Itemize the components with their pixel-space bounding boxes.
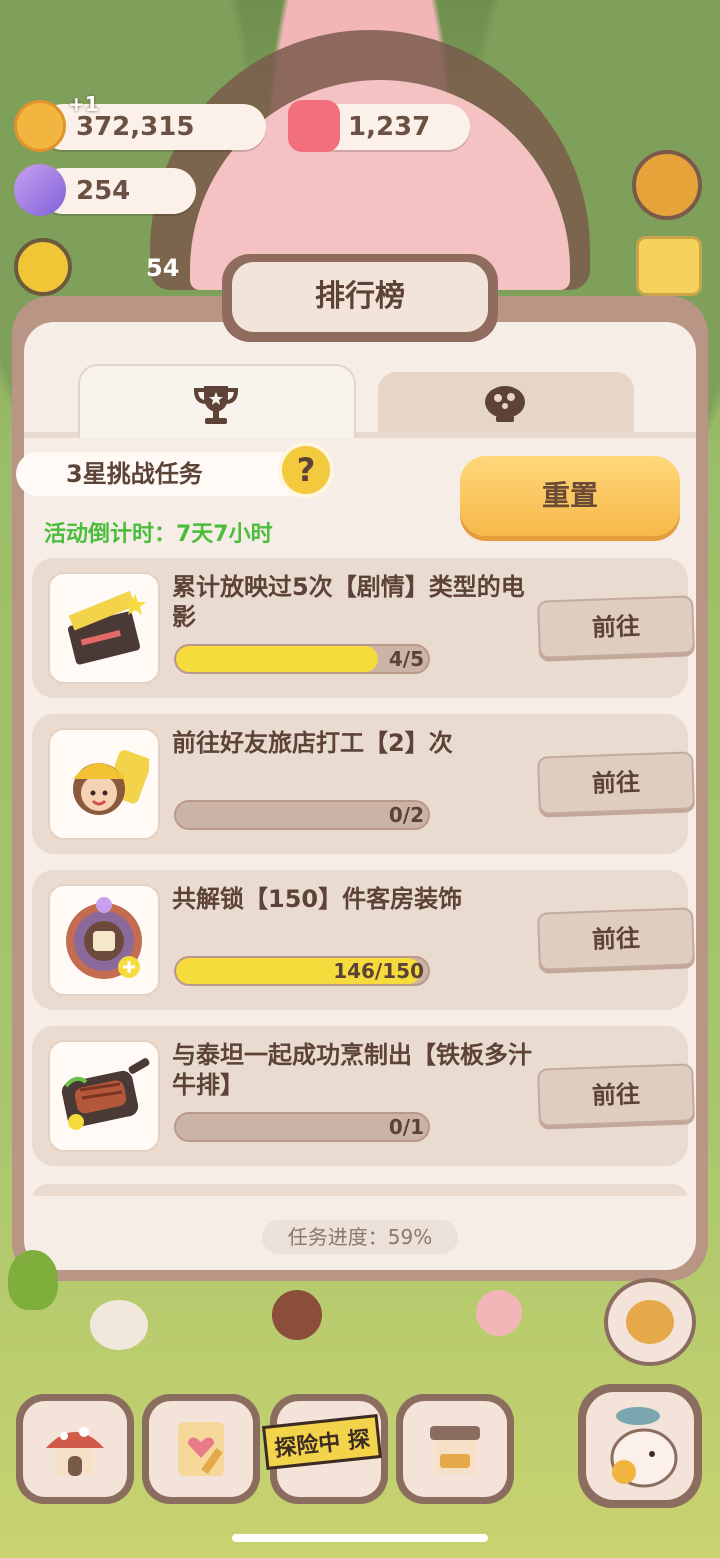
go-button[interactable]: 前往 (537, 595, 695, 659)
stamp-icon[interactable] (636, 236, 702, 296)
task-item: 共解锁【150】件客房装饰 146/150 前往 (32, 870, 695, 1010)
chat-bubble-button[interactable] (604, 1278, 696, 1366)
challenge-label: 3星挑战任务 (16, 452, 316, 496)
ball-icon (485, 386, 525, 422)
cookie-coin-icon (14, 100, 66, 152)
build-button[interactable] (16, 1394, 134, 1504)
task-progress-text: 0/2 (388, 803, 424, 827)
clapperboard-icon (48, 572, 160, 684)
shop-icon (430, 1426, 480, 1474)
coin-bonus: +1 (68, 92, 99, 116)
green-character (8, 1250, 58, 1310)
purple-candy-icon (14, 164, 66, 216)
list-fade (24, 1196, 696, 1216)
journal-button-inner (149, 1401, 253, 1497)
sun-icon[interactable] (14, 238, 72, 296)
candy-jar-icon (288, 100, 340, 152)
journal-button[interactable] (142, 1394, 260, 1504)
overall-progress: 任务进度：59% (262, 1220, 458, 1254)
task-item: 前往好友旅店打工【2】次 0/2 前往 (32, 714, 695, 854)
home-indicator[interactable] (232, 1534, 488, 1542)
pink-character (476, 1290, 522, 1336)
sheep-character (90, 1300, 148, 1350)
room-decor-badge-icon (48, 884, 160, 996)
task-description: 前往好友旅店打工【2】次 (172, 729, 453, 757)
task-description: 与泰坦一起成功烹制出【铁板多汁牛排】 (172, 1041, 532, 1099)
go-button[interactable]: 前往 (537, 751, 695, 815)
shop-button[interactable] (396, 1394, 514, 1504)
task-progress-text: 146/150 (333, 959, 424, 983)
fishing-button-inner (586, 1392, 694, 1500)
panel-title: 排行榜 (315, 279, 405, 314)
worker-character-icon (48, 728, 160, 840)
task-item: 累计放映过5次【剧情】类型的电影 4/5 前往 (32, 558, 695, 698)
go-button[interactable]: 前往 (537, 1063, 695, 1127)
notebook-icon (178, 1422, 224, 1476)
candy-value: 254 (76, 176, 131, 206)
task-progress-text: 4/5 (388, 647, 424, 671)
tab-ball[interactable] (378, 372, 634, 434)
event-countdown: 活动倒计时：7天7小时 (44, 522, 273, 547)
side-counter: 54 (146, 254, 180, 282)
go-button[interactable]: 前往 (537, 907, 695, 971)
steak-dish-icon (48, 1040, 160, 1152)
mushroom-house-icon (46, 1427, 104, 1476)
fishing-button[interactable] (578, 1384, 702, 1508)
tab-trophy[interactable] (78, 364, 356, 438)
trophy-icon (193, 386, 239, 424)
bear-character (272, 1290, 322, 1340)
build-button-inner (23, 1401, 127, 1497)
help-button[interactable]: ? (278, 442, 334, 498)
task-item: 与泰坦一起成功烹制出【铁板多汁牛排】 0/1 前往 (32, 1026, 695, 1166)
shop-button-inner (403, 1401, 507, 1497)
reset-button[interactable]: 重置 (460, 456, 680, 536)
cat-avatar-icon (626, 1300, 674, 1344)
task-description: 共解锁【150】件客房装饰 (172, 885, 463, 913)
gear-icon[interactable] (632, 150, 702, 220)
cat-fish-icon (610, 1407, 678, 1488)
gem-value: 1,237 (348, 112, 431, 142)
task-description: 累计放映过5次【剧情】类型的电影 (172, 573, 525, 631)
task-progress-text: 0/1 (388, 1115, 424, 1139)
